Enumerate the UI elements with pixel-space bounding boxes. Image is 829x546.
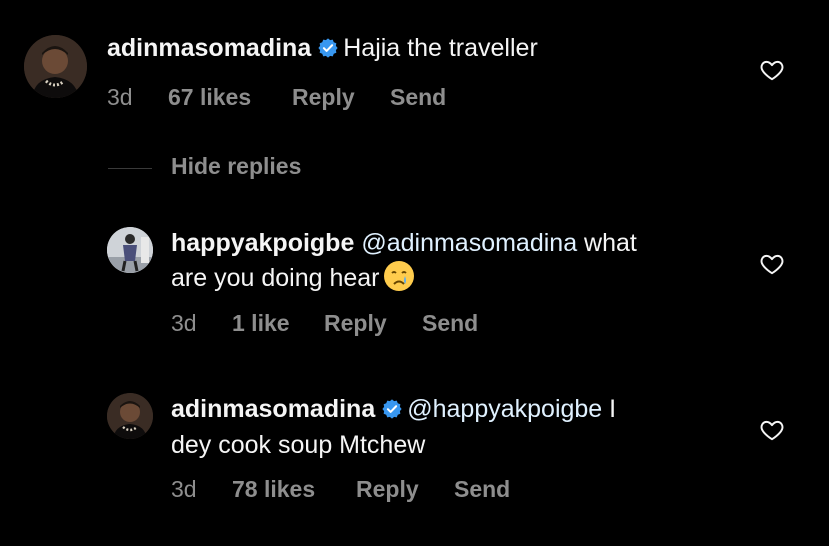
reply-button[interactable]: Reply	[324, 310, 387, 337]
avatar[interactable]	[107, 227, 153, 273]
comments-thread: adinmasomadina Hajia the traveller 3d 67 …	[0, 0, 829, 546]
comment-username[interactable]: happyakpoigbe	[171, 229, 354, 257]
comment-body: happyakpoigbe @adinmasomadina what are y…	[171, 227, 731, 301]
like-count[interactable]: 67 likes	[168, 84, 251, 111]
verified-badge-icon	[317, 35, 339, 68]
verified-badge-icon	[381, 396, 403, 429]
mention-link[interactable]: @adinmasomadina	[361, 229, 577, 257]
avatar[interactable]	[107, 393, 153, 439]
comment-time: 3d	[171, 476, 197, 502]
avatar[interactable]	[24, 35, 87, 98]
heart-outline-icon[interactable]	[759, 57, 785, 83]
send-button[interactable]: Send	[454, 476, 510, 503]
crying-face-emoji	[383, 260, 415, 301]
comment-username[interactable]: adinmasomadina	[107, 34, 311, 62]
reply-button[interactable]: Reply	[292, 84, 355, 111]
comment-text: I	[602, 395, 617, 423]
comment-body: adinmasomadina @happyakpoigbe I dey cook …	[171, 393, 731, 462]
comment-username[interactable]: adinmasomadina	[171, 395, 375, 423]
comment-body: adinmasomadina Hajia the traveller	[107, 32, 538, 68]
mention-link[interactable]: @happyakpoigbe	[407, 395, 602, 423]
comment-time: 3d	[171, 310, 197, 336]
hide-replies-button[interactable]: Hide replies	[171, 153, 301, 180]
send-button[interactable]: Send	[390, 84, 446, 111]
comment-text: Hajia the traveller	[343, 34, 538, 62]
reply-button[interactable]: Reply	[356, 476, 419, 503]
send-button[interactable]: Send	[422, 310, 478, 337]
heart-outline-icon[interactable]	[759, 417, 785, 443]
comment-text: are you doing hear	[171, 264, 380, 292]
comment-time: 3d	[107, 84, 133, 110]
like-count[interactable]: 78 likes	[232, 476, 315, 503]
comment-text: dey cook soup Mtchew	[171, 431, 426, 459]
heart-outline-icon[interactable]	[759, 251, 785, 277]
like-count[interactable]: 1 like	[232, 310, 290, 337]
divider	[108, 168, 152, 169]
comment-text: what	[577, 229, 637, 257]
